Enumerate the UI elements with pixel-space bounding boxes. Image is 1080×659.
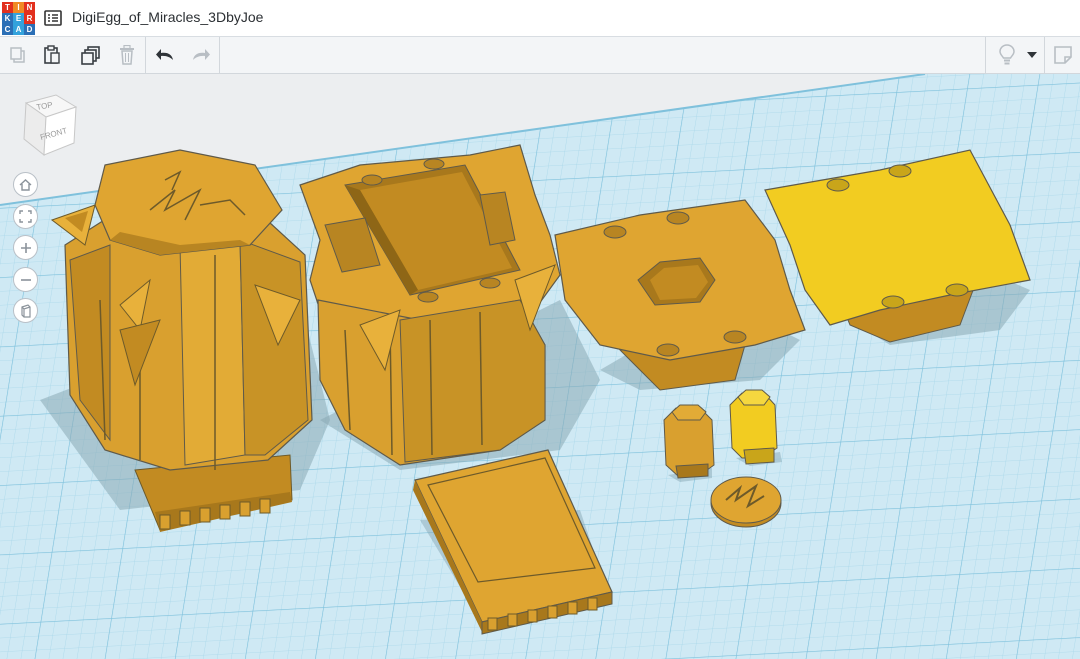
fit-all-icon[interactable] <box>13 204 38 229</box>
zoom-in-icon[interactable] <box>13 235 38 260</box>
logo-letter: E <box>13 13 24 24</box>
workplane-viewport[interactable]: TOP FRONT <box>0 74 1080 659</box>
logo-letter: T <box>2 2 13 13</box>
redo-icon[interactable] <box>188 43 214 67</box>
toolbar-separator <box>1044 37 1045 73</box>
paste-icon[interactable] <box>39 43 65 67</box>
tinkercad-logo[interactable]: TINKERCAD <box>2 2 35 35</box>
logo-letter: D <box>24 24 35 35</box>
logo-letter: C <box>2 24 13 35</box>
toolbar-separator <box>985 37 986 73</box>
small-egg-figure-orange[interactable] <box>663 404 715 482</box>
dropdown-caret-icon[interactable] <box>1021 43 1043 67</box>
toolbar-separator <box>145 37 146 73</box>
trash-icon[interactable] <box>114 43 140 67</box>
ortho-view-icon[interactable] <box>13 298 38 323</box>
round-emblem-disc[interactable] <box>710 476 782 528</box>
logo-letter: K <box>2 13 13 24</box>
logo-letter: I <box>13 2 24 13</box>
edit-toolbar <box>0 37 1080 74</box>
logo-letter: A <box>13 24 24 35</box>
copy-icon[interactable] <box>5 43 31 67</box>
design-title[interactable]: DigiEgg_of_Miracles_3DbyJoe <box>72 9 263 25</box>
zoom-out-icon[interactable] <box>13 267 38 292</box>
home-view-icon[interactable] <box>13 172 38 197</box>
view-cube[interactable]: TOP FRONT <box>22 93 80 157</box>
title-bar: TINKERCAD DigiEgg_of_Miracles_3DbyJoe <box>0 0 1080 37</box>
notes-icon[interactable] <box>1050 43 1076 67</box>
lightbulb-icon[interactable] <box>994 43 1020 67</box>
3d-scene[interactable] <box>0 74 1080 659</box>
logo-letter: N <box>24 2 35 13</box>
duplicate-icon[interactable] <box>78 43 104 67</box>
toolbar-separator <box>219 37 220 73</box>
logo-letter: R <box>24 13 35 24</box>
design-list-icon[interactable] <box>44 10 62 26</box>
undo-icon[interactable] <box>152 43 178 67</box>
